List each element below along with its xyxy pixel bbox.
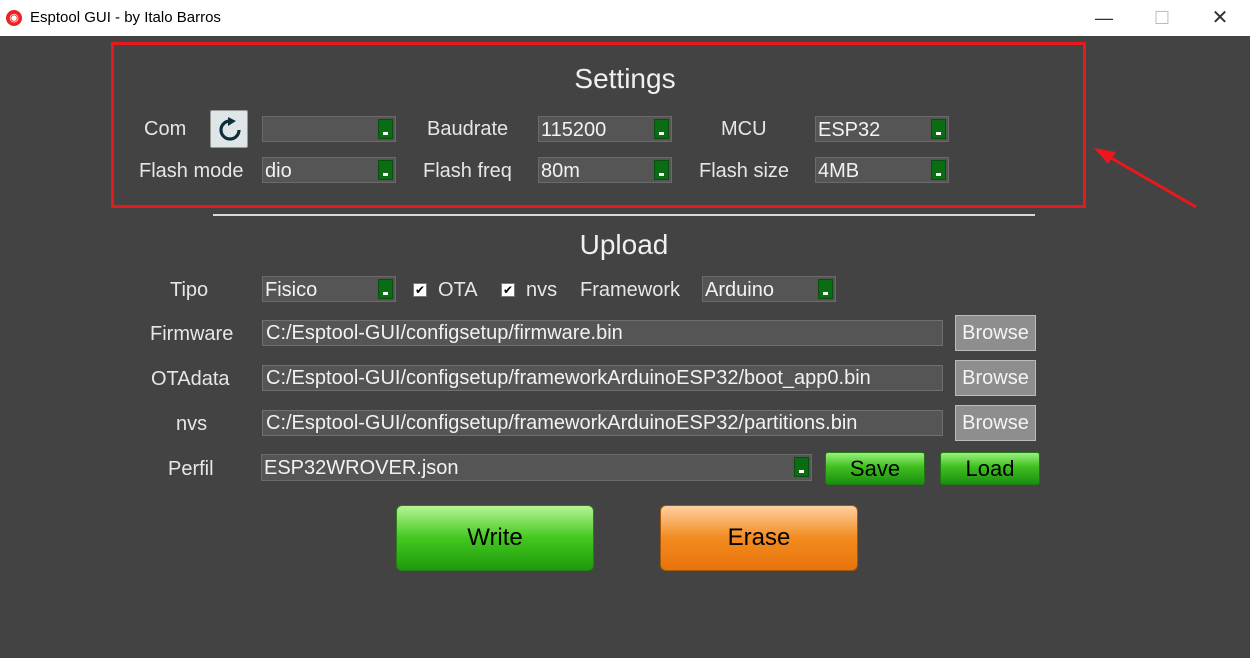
perfil-value: ESP32WROVER.json [264,457,459,479]
flash-mode-label: Flash mode [139,160,244,182]
nvs-browse-button[interactable]: Browse [955,405,1036,441]
nvs-checkbox[interactable]: ✔ [501,283,515,297]
tipo-label: Tipo [170,279,209,301]
load-profile-button[interactable]: Load [940,452,1040,485]
erase-button[interactable]: Erase [660,505,858,571]
window-title: Esptool GUI - by Italo Barros [30,9,221,26]
perfil-select[interactable]: ESP32WROVER.json [261,454,812,481]
nvs-label: nvs [176,413,208,435]
chevron-down-icon [818,279,833,299]
chevron-down-icon [794,457,809,477]
com-select[interactable] [262,116,396,142]
framework-select[interactable]: Arduino [702,276,836,302]
chevron-down-icon [378,119,393,139]
settings-heading: Settings [574,63,676,94]
chevron-down-icon [931,119,946,139]
flash-size-label: Flash size [699,160,790,182]
com-label: Com [144,118,187,140]
firmware-path-input[interactable]: C:/Esptool-GUI/configsetup/firmware.bin [262,320,943,346]
flash-mode-select[interactable]: dio [262,157,396,183]
mcu-label: MCU [721,118,767,140]
chevron-down-icon [654,160,669,180]
upload-heading: Upload [579,229,669,260]
section-divider [213,214,1035,216]
otadata-label: OTAdata [151,368,230,390]
firmware-browse-button[interactable]: Browse [955,315,1036,351]
app-icon: ◉ [6,10,22,26]
chevron-down-icon [378,160,393,180]
annotation-arrow [1094,148,1197,209]
flash-size-value: 4MB [818,160,860,182]
nvs-check-label: nvs [526,279,558,301]
ota-label: OTA [438,279,478,301]
chevron-down-icon [931,160,946,180]
maximize-button[interactable]: ☐ [1133,0,1191,36]
nvs-path-input[interactable]: C:/Esptool-GUI/configsetup/frameworkArdu… [262,410,943,436]
framework-label: Framework [580,279,681,301]
flash-size-select[interactable]: 4MB [815,157,949,183]
perfil-label: Perfil [168,458,214,480]
write-button[interactable]: Write [396,505,594,571]
flash-freq-value: 80m [541,160,580,182]
baudrate-value: 115200 [541,119,607,141]
ota-checkbox[interactable]: ✔ [413,283,427,297]
refresh-ports-button[interactable] [210,110,248,148]
tipo-select[interactable]: Fisico [262,276,396,302]
save-profile-button[interactable]: Save [825,452,925,485]
refresh-icon [219,117,241,141]
otadata-path-input[interactable]: C:/Esptool-GUI/configsetup/frameworkArdu… [262,365,943,391]
chevron-down-icon [378,279,393,299]
close-button[interactable]: ✕ [1191,0,1249,36]
title-bar: ◉ Esptool GUI - by Italo Barros — ☐ ✕ [0,0,1250,36]
mcu-select[interactable]: ESP32 [815,116,949,142]
otadata-browse-button[interactable]: Browse [955,360,1036,396]
framework-value: Arduino [705,279,774,301]
firmware-label: Firmware [150,323,234,345]
flash-freq-label: Flash freq [423,160,512,182]
baudrate-label: Baudrate [427,118,509,140]
minimize-button[interactable]: — [1075,0,1133,36]
flash-mode-value: dio [265,160,292,182]
flash-freq-select[interactable]: 80m [538,157,672,183]
chevron-down-icon [654,119,669,139]
mcu-value: ESP32 [818,119,881,141]
baudrate-select[interactable]: 115200 [538,116,672,142]
tipo-value: Fisico [265,279,318,301]
